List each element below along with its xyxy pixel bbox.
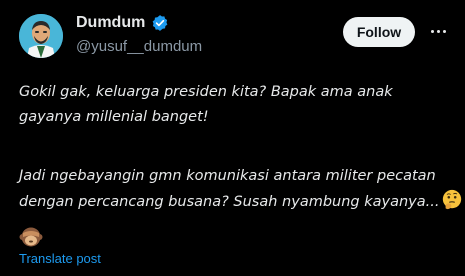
tweet-text-line: gayanya millenial banget! bbox=[19, 109, 209, 125]
author-name-row[interactable]: Dumdum bbox=[76, 14, 169, 32]
tweet-paragraph-1: Gokil gak, keluarga presiden kita? Bapak… bbox=[19, 80, 449, 130]
see-no-evil-monkey-emoji bbox=[19, 227, 43, 247]
author-name[interactable]: Dumdum bbox=[76, 14, 145, 32]
tweet-paragraph-2: Jadi ngebayangin gmn komunikasi antara m… bbox=[19, 164, 462, 215]
avatar-image bbox=[19, 14, 63, 58]
translate-post-link[interactable]: Translate post bbox=[19, 251, 101, 266]
tweet-text-line: Jadi ngebayangin gmn komunikasi antara m… bbox=[19, 168, 436, 184]
thinking-face-emoji bbox=[443, 189, 462, 210]
tweet-text-line-with-emoji: dengan percancang busana? Susah nyambung… bbox=[19, 189, 462, 215]
verified-badge-icon bbox=[152, 15, 168, 31]
author-handle[interactable]: @yusuf__dumdum bbox=[76, 38, 202, 55]
tweet-text-line: Gokil gak, keluarga presiden kita? Bapak… bbox=[19, 84, 393, 100]
follow-button[interactable]: Follow bbox=[343, 17, 415, 47]
more-options-icon[interactable] bbox=[428, 18, 448, 44]
tweet-text: dengan percancang busana? Susah nyambung… bbox=[19, 194, 440, 210]
avatar[interactable] bbox=[19, 14, 63, 58]
